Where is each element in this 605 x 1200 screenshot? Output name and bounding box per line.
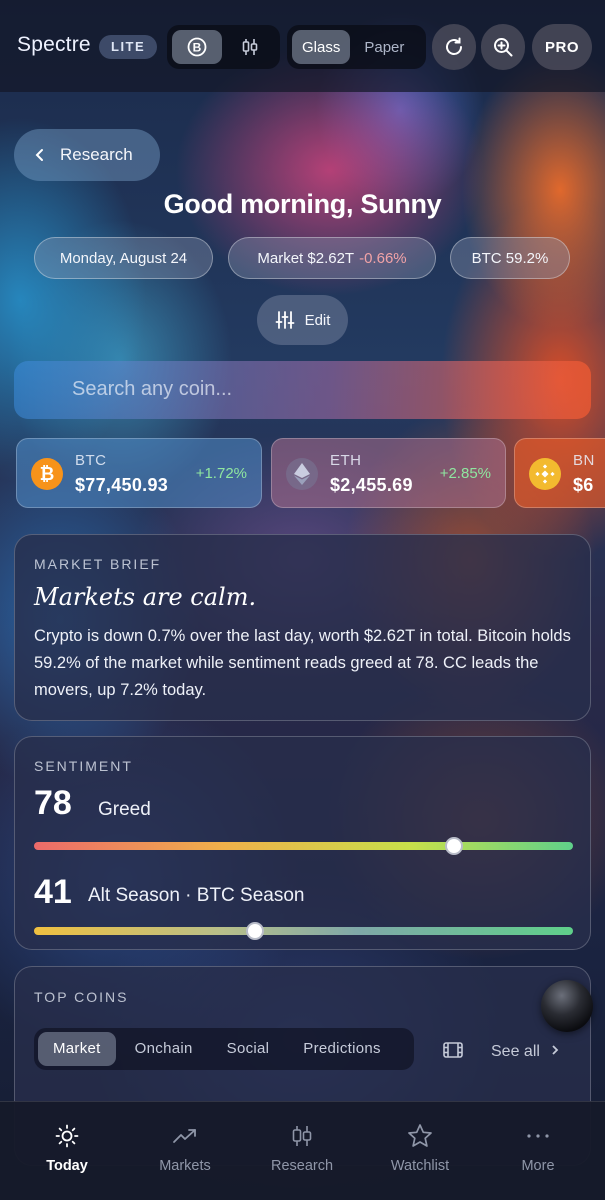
view-toggle: B [167,25,280,69]
theme-paper-button[interactable]: Paper [354,30,414,64]
brief-label: MARKET BRIEF [34,556,162,572]
brand-name: Spectre [17,33,91,56]
nav-label: Markets [159,1158,211,1174]
nav-label: Research [270,1158,334,1174]
ticker-symbol: BN [573,452,595,469]
zoom-in-icon [494,38,513,57]
ticker-change: +2.85% [439,465,491,482]
market-cap-label: Market $2.62T [257,249,355,267]
trending-up-icon [173,1129,196,1143]
nav-more[interactable]: More [488,1122,588,1174]
alt-season-gauge [34,922,573,940]
film-icon[interactable] [443,1042,463,1063]
bitcoin-icon: B [187,37,207,57]
nav-research[interactable]: Research [252,1122,352,1174]
edit-label: Edit [304,311,331,329]
see-all-link[interactable]: See all [491,1043,560,1061]
date-chip[interactable]: Monday, August 24 [34,237,213,279]
ticker-price: $6 [573,475,594,495]
ticker-card-bnb[interactable]: BN $6 [514,438,605,508]
nav-today[interactable]: Today [17,1122,117,1174]
top-bar: Spectre LITE B Glass Paper PRO [0,0,605,92]
tab-social[interactable]: Social [212,1032,285,1066]
back-label: Research [60,145,133,164]
bitcoin-view-button[interactable]: B [172,30,222,64]
chart-view-button[interactable] [226,30,276,64]
btc-dominance-chip[interactable]: BTC 59.2% [450,237,570,279]
bottom-nav: Today Markets Research Watchlist More [0,1101,605,1200]
greeting: Good morning, Sunny [163,189,442,219]
sun-icon [55,1124,79,1148]
ticker-price: $2,455.69 [330,475,413,495]
brief-headline: Markets are calm. [34,583,257,611]
tab-onchain[interactable]: Onchain [120,1032,208,1066]
bitcoin-icon: ₿ [31,458,63,490]
ticker-price: $77,450.93 [75,475,169,495]
refresh-icon [446,37,462,55]
search-input[interactable]: Search any coin... [14,361,591,419]
see-all-label: See all [491,1043,540,1060]
top-coins-label: TOP COINS [34,989,129,1005]
fear-greed-label: Greed [98,799,151,820]
nav-watchlist[interactable]: Watchlist [370,1122,470,1174]
sliders-icon [275,311,294,329]
chevron-left-icon [35,149,43,161]
tab-predictions[interactable]: Predictions [288,1032,396,1066]
fear-greed-value: 78 [34,784,72,822]
brief-body: Crypto is down 0.7% over the last day, w… [34,627,571,699]
market-change: -0.66% [359,249,407,267]
star-icon [408,1124,432,1147]
zoom-button[interactable] [481,24,525,70]
ticker-card-btc[interactable]: ₿ BTC $77,450.93 +1.72% [16,438,262,508]
candlestick-icon [242,39,258,55]
market-brief-card: MARKET BRIEF Markets are calm. Crypto is… [14,534,591,721]
top-coins-tabs: Market Onchain Social Predictions [34,1028,414,1070]
nav-label: Today [46,1158,88,1174]
nav-markets[interactable]: Markets [135,1122,235,1174]
pro-button[interactable]: PRO [532,24,592,70]
fear-greed-knob [445,837,464,855]
bnb-icon [529,458,561,490]
theme-toggle: Glass Paper [287,25,426,69]
candlestick-icon [292,1126,312,1146]
alt-season-label: Alt Season · BTC Season [88,885,305,906]
nav-label: More [521,1158,555,1174]
sentiment-card: SENTIMENT 78 Greed 41 Alt Season · BTC S… [14,736,591,950]
refresh-button[interactable] [432,24,476,70]
edit-button[interactable]: Edit [257,295,348,345]
ticker-card-eth[interactable]: ETH $2,455.69 +2.85% [271,438,506,508]
market-cap-chip[interactable]: Market $2.62T -0.66% [228,237,436,279]
fear-greed-gauge [34,837,573,855]
ticker-change: +1.72% [195,465,247,482]
more-dots-icon [527,1134,549,1138]
ethereum-icon [286,458,318,490]
theme-glass-button[interactable]: Glass [292,30,351,64]
ticker-symbol: BTC [75,452,107,469]
tab-market[interactable]: Market [38,1032,116,1066]
nav-label: Watchlist [390,1158,450,1174]
search-placeholder: Search any coin... [72,378,233,400]
sentiment-label: SENTIMENT [34,758,133,774]
plan-badge: LITE [99,35,158,59]
alt-season-value: 41 [34,873,72,911]
alt-season-knob [245,922,264,940]
svg-text:B: B [192,41,201,55]
back-research-button[interactable]: Research [14,129,160,181]
chevron-right-icon [552,1045,559,1055]
ticker-symbol: ETH [330,452,362,469]
floating-orb-button[interactable] [541,980,593,1032]
